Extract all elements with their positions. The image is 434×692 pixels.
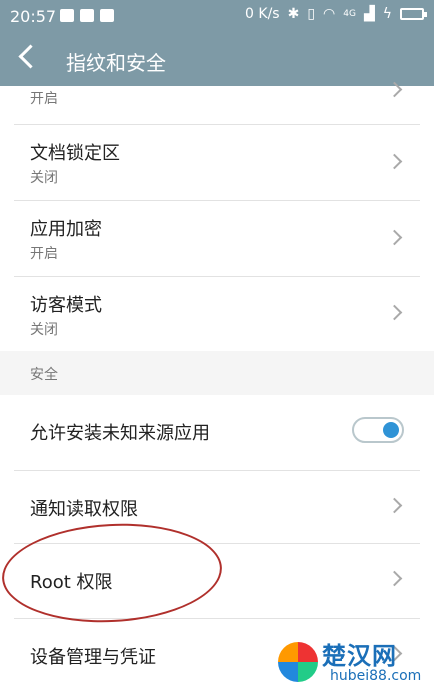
list-item-label: 应用加密 [30,219,102,240]
notification-icon [100,9,114,22]
charging-icon: ϟ [382,6,392,22]
status-right-icons: 0 K/s ✱ ▯ ◠ 4G ▟ ϟ [245,6,427,22]
net-speed: 0 K/s [245,6,280,22]
list-item-doc-lock[interactable]: 文档锁定区 关闭 [0,125,434,200]
list-item-label: 访客模式 [30,295,102,316]
signal-icon: ▟ [363,6,375,22]
section-title: 安全 [30,367,58,383]
bluetooth-icon: ✱ [287,6,300,22]
list-item-app-encrypt[interactable]: 应用加密 开启 [0,201,434,276]
watermark-logo-icon [278,642,318,682]
page-title: 指纹和安全 [66,51,166,75]
chevron-right-icon [386,153,403,170]
list-item-label: 设备管理与凭证 [30,647,156,668]
list-item-guest-mode[interactable]: 访客模式 关闭 [0,277,434,351]
status-left-icons [60,9,114,22]
list-item-status: 关闭 [30,170,58,186]
watermark-brand: 楚汉网 [322,642,397,670]
message-icon [60,9,74,22]
list-item-partial[interactable]: 开启 [0,81,434,124]
app-bar: 指纹和安全 [0,34,434,86]
watermark: 楚汉网 hubei88.com [278,634,428,688]
chevron-right-icon [386,570,403,587]
vibrate-icon: ▯ [307,6,316,22]
chevron-right-icon [386,497,403,514]
list-item-label: 通知读取权限 [30,499,138,520]
status-bar: 20:57 0 K/s ✱ ▯ ◠ 4G ▟ ϟ [0,0,434,34]
list-item-status: 关闭 [30,322,58,338]
list-item-label: 文档锁定区 [30,143,120,164]
toggle-knob [383,422,399,438]
list-item-unknown-sources[interactable]: 允许安装未知来源应用 [0,395,434,470]
wifi-icon: ◠ [323,6,336,22]
list-item-status: 开启 [30,91,58,107]
image-icon [80,9,94,22]
status-time: 20:57 [10,7,57,26]
battery-icon [400,8,427,20]
back-chevron-icon[interactable] [18,44,43,69]
chevron-right-icon [386,229,403,246]
list-item-status: 开启 [30,246,58,262]
section-header-security: 安全 [0,351,434,395]
list-item-label: 允许安装未知来源应用 [30,423,210,444]
chevron-right-icon [386,304,403,321]
unknown-sources-toggle[interactable] [352,417,404,443]
signal-label: 4G [343,9,356,19]
watermark-domain: hubei88.com [330,668,422,684]
